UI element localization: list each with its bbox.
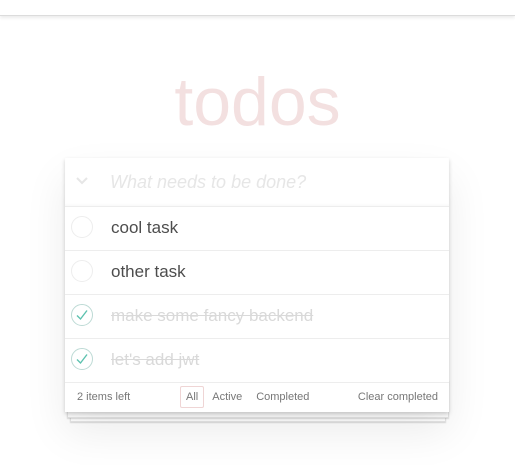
filter-active[interactable]: Active bbox=[206, 386, 248, 408]
todo-toggle-checkbox[interactable] bbox=[71, 348, 93, 370]
todo-item[interactable]: make some fancy backend bbox=[65, 295, 449, 339]
filter-completed[interactable]: Completed bbox=[250, 386, 315, 408]
items-left-count: 2 items left bbox=[77, 391, 131, 403]
filter-list: All Active Completed bbox=[179, 386, 316, 408]
todo-item[interactable]: other task bbox=[65, 251, 449, 295]
todo-list: cool task other task make some fancy bac… bbox=[65, 207, 449, 383]
chevron-down-icon[interactable] bbox=[73, 172, 91, 190]
todo-toggle-checkbox[interactable] bbox=[71, 304, 93, 326]
todo-footer: 2 items left All Active Completed Clear … bbox=[65, 383, 449, 412]
app-title: todos bbox=[174, 64, 341, 140]
todo-toggle-checkbox[interactable] bbox=[71, 216, 93, 238]
clear-completed-button[interactable]: Clear completed bbox=[358, 391, 438, 403]
todo-item[interactable]: cool task bbox=[65, 207, 449, 251]
new-todo-row bbox=[65, 158, 449, 207]
todo-label[interactable]: cool task bbox=[111, 218, 178, 238]
browser-top-bar bbox=[0, 0, 515, 16]
check-icon bbox=[76, 354, 88, 365]
new-todo-input[interactable] bbox=[110, 168, 430, 196]
filter-all[interactable]: All bbox=[180, 386, 205, 408]
todo-toggle-checkbox[interactable] bbox=[71, 260, 93, 282]
check-icon bbox=[76, 310, 88, 321]
todo-label[interactable]: other task bbox=[111, 262, 186, 282]
todo-app: cool task other task make some fancy bac… bbox=[65, 158, 449, 412]
todo-item[interactable]: let's add jwt bbox=[65, 339, 449, 383]
todo-label[interactable]: make some fancy backend bbox=[111, 306, 313, 326]
todo-label[interactable]: let's add jwt bbox=[111, 350, 199, 370]
